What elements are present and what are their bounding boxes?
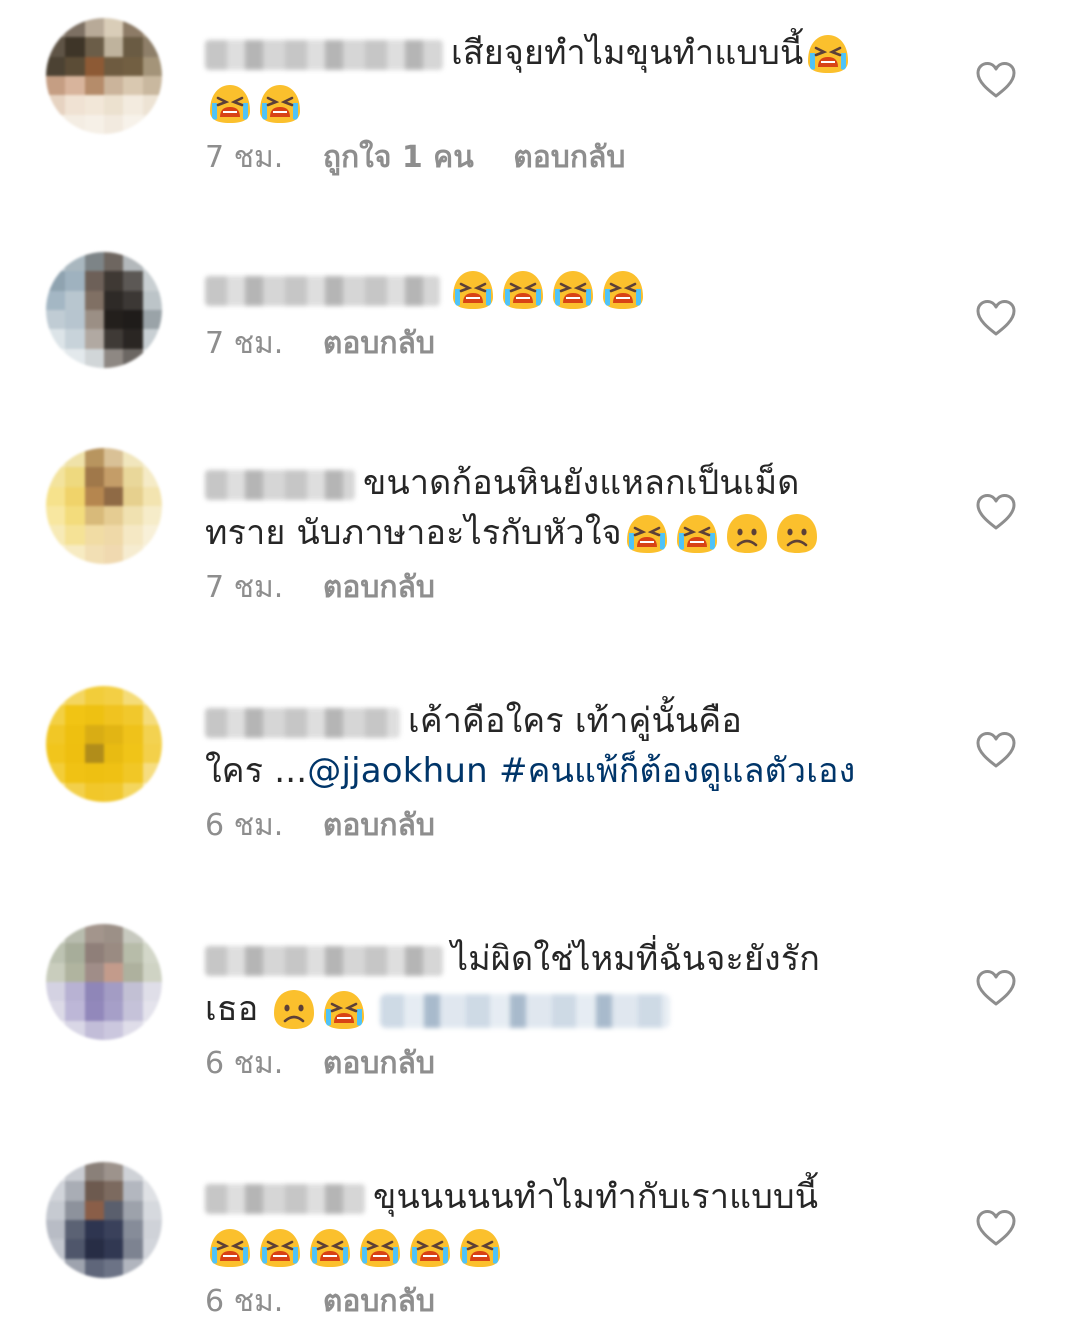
like-heart-icon[interactable] xyxy=(974,298,1018,338)
like-heart-icon[interactable] xyxy=(974,968,1018,1008)
comment-meta: 7 ชม. ตอบกลับ xyxy=(205,324,935,364)
comment-text: ขนาดก้อนหินยังแหลกเป็นเม็ด ทราย นับภาษาอะ… xyxy=(205,458,935,558)
loudly-crying-face-emoji xyxy=(623,511,671,555)
reply-button[interactable]: ตอบกลับ xyxy=(513,140,625,175)
comment-time: 7 ชม. xyxy=(205,140,284,175)
reply-button[interactable]: ตอบกลับ xyxy=(323,326,435,361)
like-count-link[interactable]: ถูกใจ 1 คน xyxy=(323,140,474,175)
comment-time: 7 ชม. xyxy=(205,570,284,605)
avatar[interactable] xyxy=(46,924,162,1040)
loudly-crying-face-emoji xyxy=(206,81,254,125)
like-heart-icon[interactable] xyxy=(974,730,1018,770)
comment-meta: 6 ชม. ตอบกลับ xyxy=(205,1282,935,1322)
avatar[interactable] xyxy=(46,1162,162,1278)
comment-meta: 7 ชม. ถูกใจ 1 คน ตอบกลับ xyxy=(205,138,935,178)
loudly-crying-face-emoji xyxy=(306,1225,354,1269)
reply-button[interactable]: ตอบกลับ xyxy=(323,1046,435,1081)
loudly-crying-face-emoji xyxy=(406,1225,454,1269)
comment-text: เสียจุยทำไมขุนทำแบบนี้ xyxy=(205,28,935,128)
username-redacted[interactable] xyxy=(205,275,440,306)
comment-text: เค้าคือใคร เท้าคู่นั้นคือ ใคร ...@jjaokhu… xyxy=(205,701,856,791)
comment-time: 6 ชม. xyxy=(205,1046,284,1081)
loudly-crying-face-emoji xyxy=(256,1225,304,1269)
frowning-face-emoji xyxy=(270,987,318,1031)
comment-time: 6 ชม. xyxy=(205,808,284,843)
comment-time: 7 ชม. xyxy=(205,326,284,361)
comment-meta: 7 ชม. ตอบกลับ xyxy=(205,568,935,608)
loudly-crying-face-emoji xyxy=(449,267,497,311)
frowning-face-emoji xyxy=(773,511,821,555)
comment-text xyxy=(205,264,935,314)
hashtag-link[interactable]: #คนแพ้ก็ต้องดูแลตัวเอง xyxy=(499,751,856,791)
loudly-crying-face-emoji xyxy=(256,81,304,125)
loudly-crying-face-emoji xyxy=(804,31,852,75)
comment-text: ไม่ผิดใช่ไหมที่ฉันจะยังรัก เธอ xyxy=(205,939,821,1031)
mention-link-redacted[interactable] xyxy=(380,993,671,1028)
like-heart-icon[interactable] xyxy=(974,492,1018,532)
comment-meta: 6 ชม. ตอบกลับ xyxy=(205,1044,935,1084)
mention-link[interactable]: @jjaokhun xyxy=(307,751,488,791)
reply-button[interactable]: ตอบกลับ xyxy=(323,570,435,605)
comment-time: 6 ชม. xyxy=(205,1284,284,1319)
loudly-crying-face-emoji xyxy=(356,1225,404,1269)
username-redacted[interactable] xyxy=(205,707,400,738)
loudly-crying-face-emoji xyxy=(599,267,647,311)
reply-button[interactable]: ตอบกลับ xyxy=(323,808,435,843)
like-heart-icon[interactable] xyxy=(974,1208,1018,1248)
loudly-crying-face-emoji xyxy=(320,987,368,1031)
username-redacted[interactable] xyxy=(205,945,443,976)
like-heart-icon[interactable] xyxy=(974,60,1018,100)
comment-meta: 6 ชม. ตอบกลับ xyxy=(205,806,935,846)
loudly-crying-face-emoji xyxy=(499,267,547,311)
avatar[interactable] xyxy=(46,448,162,564)
avatar[interactable] xyxy=(46,252,162,368)
loudly-crying-face-emoji xyxy=(456,1225,504,1269)
username-redacted[interactable] xyxy=(205,469,355,500)
username-redacted[interactable] xyxy=(205,1183,365,1214)
reply-button[interactable]: ตอบกลับ xyxy=(323,1284,435,1319)
avatar[interactable] xyxy=(46,686,162,802)
frowning-face-emoji xyxy=(723,511,771,555)
loudly-crying-face-emoji xyxy=(206,1225,254,1269)
avatar[interactable] xyxy=(46,18,162,134)
loudly-crying-face-emoji xyxy=(673,511,721,555)
username-redacted[interactable] xyxy=(205,39,443,70)
loudly-crying-face-emoji xyxy=(549,267,597,311)
comment-text: ขุนนนนนทำไมทำกับเราแบบนี้ xyxy=(205,1172,935,1272)
